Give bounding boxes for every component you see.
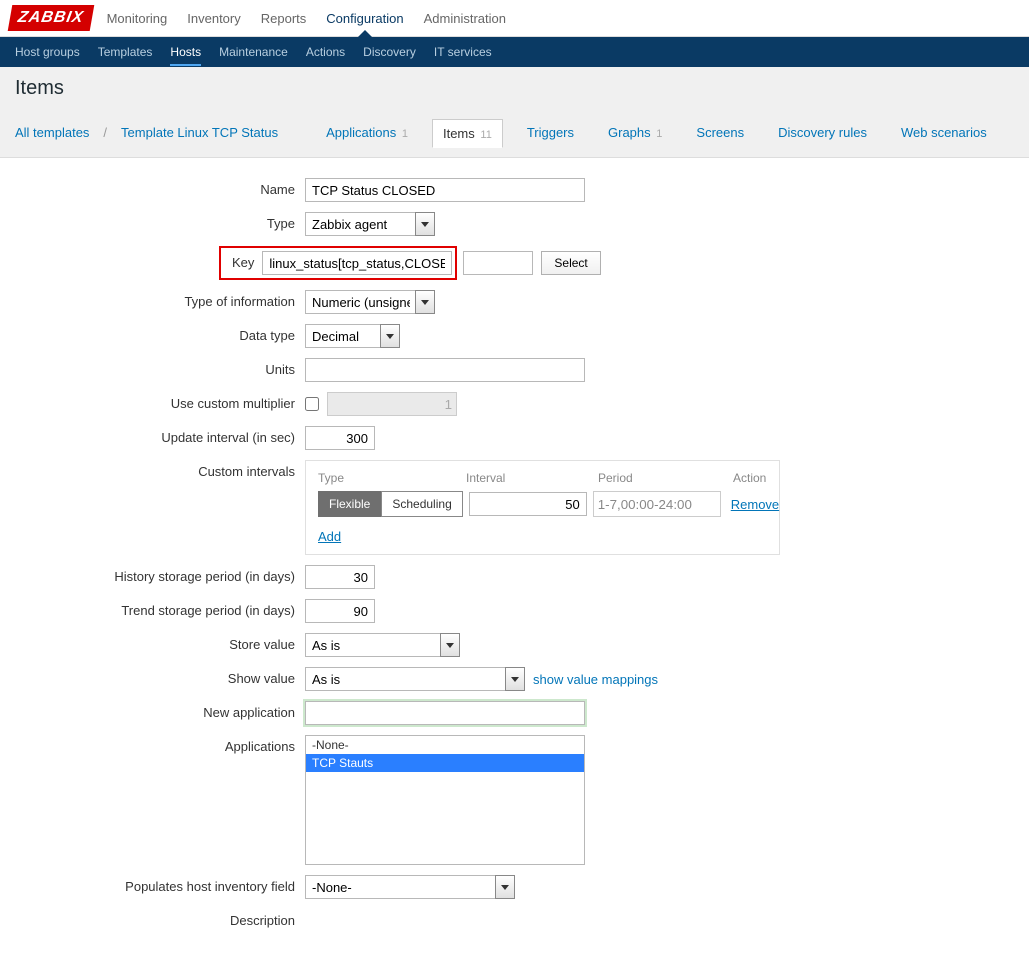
history-label: History storage period (in days) <box>15 565 305 584</box>
info-label: Type of information <box>15 290 305 309</box>
update-label: Update interval (in sec) <box>15 426 305 445</box>
flexible-button[interactable]: Flexible <box>318 491 381 517</box>
app-option-tcp[interactable]: TCP Stauts <box>306 754 584 772</box>
breadcrumb-sep: / <box>103 125 107 140</box>
newapp-label: New application <box>15 701 305 720</box>
chevron-down-icon[interactable] <box>440 633 460 657</box>
subnav-discovery[interactable]: Discovery <box>363 38 416 66</box>
interval-type-toggle: Flexible Scheduling <box>318 491 463 517</box>
topnav-configuration[interactable]: Configuration <box>326 1 403 36</box>
chevron-down-icon[interactable] <box>415 212 435 236</box>
tab-discovery-rules[interactable]: Discovery rules <box>768 119 877 146</box>
store-select[interactable] <box>305 633 440 657</box>
trend-label: Trend storage period (in days) <box>15 599 305 618</box>
app-option-none[interactable]: -None- <box>306 736 584 754</box>
breadcrumb-row: All templates / Template Linux TCP Statu… <box>15 118 1014 147</box>
multiplier-label: Use custom multiplier <box>15 392 305 411</box>
subnav-hostgroups[interactable]: Host groups <box>15 38 80 66</box>
name-input[interactable] <box>305 178 585 202</box>
applications-label: Applications <box>15 735 305 754</box>
tab-applications[interactable]: Applications 1 <box>316 119 418 146</box>
show-value-mappings-link[interactable]: show value mappings <box>533 672 658 687</box>
ci-head-period: Period <box>598 471 733 485</box>
store-label: Store value <box>15 633 305 652</box>
topnav-inventory[interactable]: Inventory <box>187 1 240 36</box>
multiplier-value <box>327 392 457 416</box>
scheduling-button[interactable]: Scheduling <box>381 491 462 517</box>
subnav-hosts[interactable]: Hosts <box>170 38 201 66</box>
name-label: Name <box>15 178 305 197</box>
chevron-down-icon[interactable] <box>495 875 515 899</box>
subnav-actions[interactable]: Actions <box>306 38 345 66</box>
key-extra-input[interactable] <box>463 251 533 275</box>
ci-head-type: Type <box>318 471 466 485</box>
subnav-maintenance[interactable]: Maintenance <box>219 38 288 66</box>
newapp-input[interactable] <box>305 701 585 725</box>
topnav-monitoring[interactable]: Monitoring <box>107 1 168 36</box>
select-button[interactable]: Select <box>541 251 600 275</box>
datatype-label: Data type <box>15 324 305 343</box>
period-input[interactable] <box>593 491 721 517</box>
custom-intervals-box: Type Interval Period Action Flexible Sch… <box>305 460 780 555</box>
ci-head-action: Action <box>733 471 766 485</box>
tab-screens[interactable]: Screens <box>686 119 754 146</box>
logo[interactable]: ZABBIX <box>8 5 94 31</box>
custom-intervals-label: Custom intervals <box>15 460 305 479</box>
breadcrumb-template[interactable]: Template Linux TCP Status <box>121 125 278 140</box>
page-title: Items <box>15 77 1014 100</box>
type-select[interactable] <box>305 212 415 236</box>
top-bar: ZABBIX Monitoring Inventory Reports Conf… <box>0 0 1029 37</box>
key-highlight: Key <box>219 246 457 280</box>
datatype-select[interactable] <box>305 324 380 348</box>
interval-input[interactable] <box>469 492 587 516</box>
subnav-templates[interactable]: Templates <box>98 38 153 66</box>
key-label: Key <box>224 251 262 275</box>
page-header: Items All templates / Template Linux TCP… <box>0 67 1029 158</box>
breadcrumb-all-templates[interactable]: All templates <box>15 125 89 140</box>
show-select[interactable] <box>305 667 505 691</box>
tab-triggers[interactable]: Triggers <box>517 119 584 146</box>
chevron-down-icon[interactable] <box>380 324 400 348</box>
units-input[interactable] <box>305 358 585 382</box>
chevron-down-icon[interactable] <box>415 290 435 314</box>
history-input[interactable] <box>305 565 375 589</box>
update-input[interactable] <box>305 426 375 450</box>
trend-input[interactable] <box>305 599 375 623</box>
show-label: Show value <box>15 667 305 686</box>
remove-link[interactable]: Remove <box>731 497 779 512</box>
multiplier-checkbox[interactable] <box>305 397 319 411</box>
topnav-administration[interactable]: Administration <box>424 1 506 36</box>
subnav-itservices[interactable]: IT services <box>434 38 492 66</box>
sub-bar: Host groups Templates Hosts Maintenance … <box>0 37 1029 67</box>
top-nav: Monitoring Inventory Reports Configurati… <box>107 1 506 36</box>
add-link[interactable]: Add <box>318 529 341 544</box>
tab-web-scenarios[interactable]: Web scenarios <box>891 119 997 146</box>
populates-select[interactable] <box>305 875 495 899</box>
item-form: Name Type Key Select Type of information <box>0 157 1029 958</box>
populates-label: Populates host inventory field <box>15 875 305 894</box>
topnav-reports[interactable]: Reports <box>261 1 307 36</box>
info-select[interactable] <box>305 290 415 314</box>
type-label: Type <box>15 212 305 231</box>
units-label: Units <box>15 358 305 377</box>
ci-head-interval: Interval <box>466 471 598 485</box>
description-label: Description <box>15 909 305 928</box>
tab-items[interactable]: Items 11 <box>432 119 503 148</box>
applications-listbox[interactable]: -None- TCP Stauts <box>305 735 585 865</box>
chevron-down-icon[interactable] <box>505 667 525 691</box>
tab-graphs[interactable]: Graphs 1 <box>598 119 672 146</box>
key-input[interactable] <box>262 251 452 275</box>
